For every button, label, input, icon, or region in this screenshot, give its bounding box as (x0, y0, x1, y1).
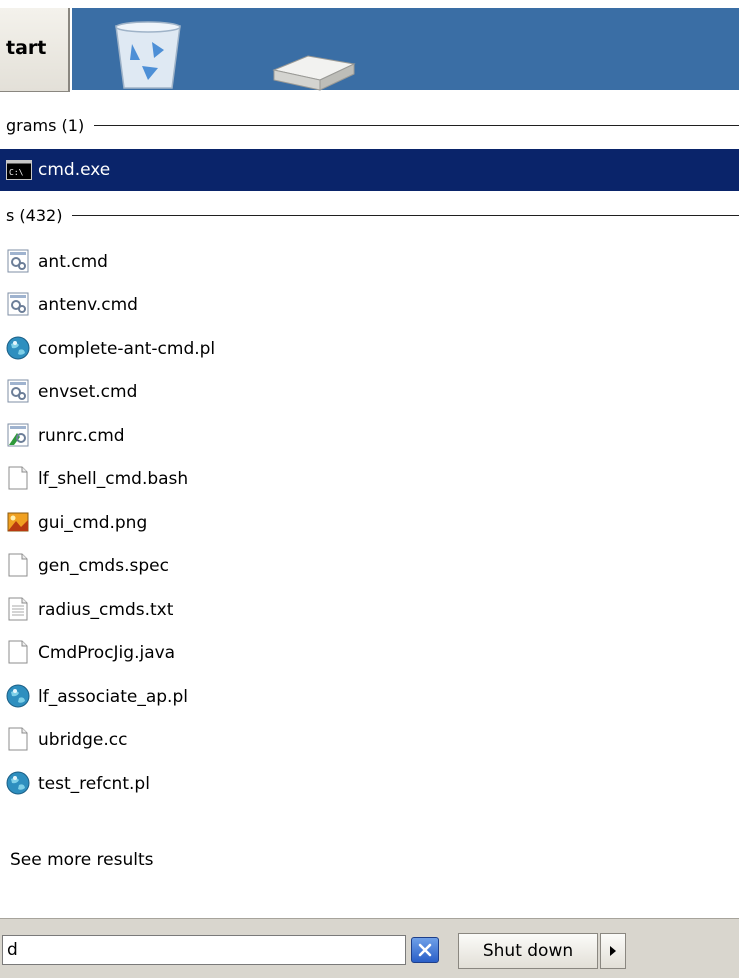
chevron-right-icon (610, 946, 616, 956)
divider (94, 124, 739, 126)
batch-file-icon (6, 379, 34, 405)
result-item[interactable]: envset.cmd (0, 374, 739, 410)
start-button[interactable]: tart (0, 8, 70, 92)
text-file-icon (6, 597, 34, 623)
blank-file-icon (6, 727, 34, 753)
files-header-label: s (432) (6, 205, 63, 225)
blank-file-icon (6, 466, 34, 492)
batch-file-green-icon (6, 423, 34, 449)
result-item-label: antenv.cmd (38, 294, 138, 315)
top-strip: tart (0, 0, 739, 92)
recycle-bin-icon[interactable] (108, 20, 188, 90)
perl-globe-icon (6, 336, 34, 362)
programs-section-header: grams (1) (0, 114, 739, 136)
result-item-label: lf_associate_ap.pl (38, 686, 188, 707)
result-item-label: ubridge.cc (38, 729, 128, 750)
perl-globe-icon (6, 771, 34, 797)
perl-globe-icon (6, 684, 34, 710)
result-item[interactable]: lf_associate_ap.pl (0, 679, 739, 715)
shut-down-button[interactable]: Shut down (458, 933, 598, 969)
result-item-label: test_refcnt.pl (38, 773, 150, 794)
drive-icon[interactable] (268, 52, 358, 92)
image-file-icon (6, 510, 34, 536)
result-item[interactable]: lf_shell_cmd.bash (0, 461, 739, 497)
result-item[interactable]: radius_cmds.txt (0, 592, 739, 628)
clear-search-button[interactable] (411, 937, 439, 963)
result-item[interactable]: test_refcnt.pl (0, 766, 739, 802)
result-item-label: runrc.cmd (38, 425, 125, 446)
result-item-label: ant.cmd (38, 251, 108, 272)
result-item-label: envset.cmd (38, 381, 138, 402)
result-item[interactable]: gui_cmd.png (0, 505, 739, 541)
result-item-label: CmdProcJig.java (38, 642, 176, 663)
desktop-background (72, 8, 739, 92)
result-item[interactable]: ant.cmd (0, 244, 739, 280)
divider (72, 214, 739, 216)
svg-text:C:\: C:\ (9, 168, 24, 177)
start-button-label: tart (6, 36, 47, 59)
blank-file-icon (6, 553, 34, 579)
console-icon: C:\ (6, 157, 34, 183)
files-section-header: s (432) (0, 204, 739, 226)
result-item[interactable]: complete-ant-cmd.pl (0, 331, 739, 367)
result-item-label: complete-ant-cmd.pl (38, 338, 216, 359)
result-item-cmd-exe[interactable]: C:\ cmd.exe (0, 149, 739, 191)
close-icon (418, 943, 432, 957)
result-item[interactable]: ubridge.cc (0, 722, 739, 758)
programs-header-label: grams (1) (6, 115, 85, 135)
result-item[interactable]: CmdProcJig.java (0, 635, 739, 671)
search-input[interactable] (2, 935, 406, 965)
start-menu-footer: Shut down (0, 918, 739, 978)
shut-down-label: Shut down (482, 941, 574, 961)
result-item-label: gui_cmd.png (38, 512, 148, 533)
result-item-label: gen_cmds.spec (38, 555, 169, 576)
result-item[interactable]: gen_cmds.spec (0, 548, 739, 584)
see-more-results-link[interactable]: See more results (10, 850, 154, 870)
batch-file-icon (6, 249, 34, 275)
blank-file-icon (6, 640, 34, 666)
result-item-label: radius_cmds.txt (38, 599, 174, 620)
result-item[interactable]: runrc.cmd (0, 418, 739, 454)
result-item-label: cmd.exe (38, 159, 111, 180)
result-item-label: lf_shell_cmd.bash (38, 468, 189, 489)
shut-down-options-button[interactable] (600, 933, 626, 969)
batch-file-icon (6, 292, 34, 318)
result-item[interactable]: antenv.cmd (0, 287, 739, 323)
